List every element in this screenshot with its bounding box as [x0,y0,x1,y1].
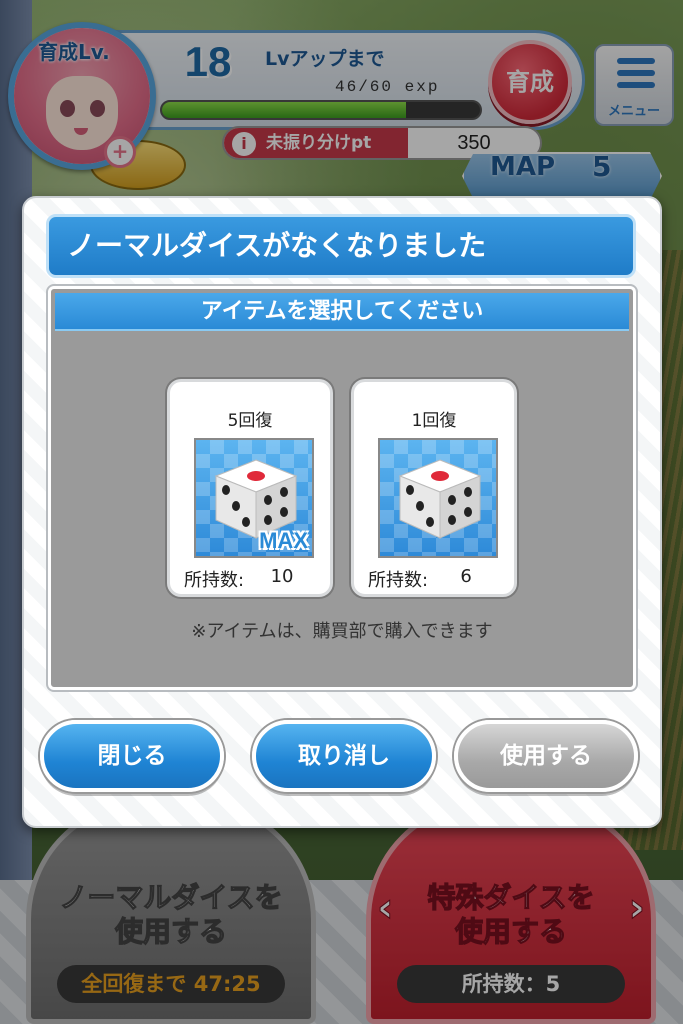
item-card-5-recovery[interactable]: 5回復 MAX 所持数: 10 [167,379,333,597]
item-card-1-recovery[interactable]: 1回復 所持数: 6 [351,379,517,597]
dialog-title-bar: ノーマルダイスがなくなりました [46,214,636,278]
item-subheader: アイテムを選択してください [55,293,629,331]
dialog-title: ノーマルダイスがなくなりました [67,229,487,262]
item-count-label: 所持数: [368,570,429,591]
max-badge: MAX [259,528,308,553]
dice-icon [398,459,482,539]
cancel-button[interactable]: 取り消し [252,720,436,792]
item-thumbnail [378,438,498,558]
use-button[interactable]: 使用する [454,720,638,792]
purchase-note: ※アイテムは、購買部で購入できます [191,621,493,642]
item-list-area: アイテムを選択してください 5回復 MAX 所持数: 10 1回復 所持数: 6… [48,286,636,690]
item-name: 1回復 [411,411,457,431]
item-select-dialog: ノーマルダイスがなくなりました アイテムを選択してください 5回復 MAX 所持… [22,196,662,828]
item-count-value: 10 [270,566,294,587]
item-count: 所持数: 10 [184,566,320,592]
item-thumbnail: MAX [194,438,314,558]
item-count-label: 所持数: [184,570,245,591]
item-count-value: 6 [460,566,472,587]
item-name: 5回復 [227,411,273,431]
item-subheader-text: アイテムを選択してください [200,299,484,324]
item-count: 所持数: 6 [368,566,504,592]
close-button[interactable]: 閉じる [40,720,224,792]
